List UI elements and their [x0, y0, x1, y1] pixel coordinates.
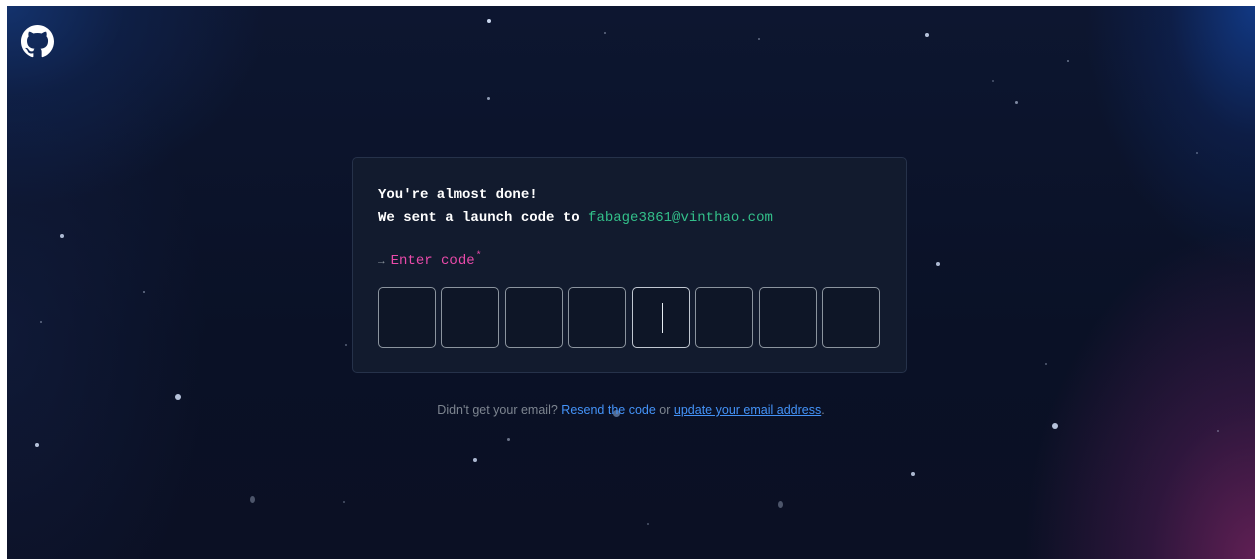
code-digit-input-8[interactable] [822, 287, 880, 348]
code-digit-input-7[interactable] [759, 287, 817, 348]
code-digit-input-3[interactable] [505, 287, 563, 348]
signup-verification-page: You're almost done! We sent a launch cod… [7, 6, 1255, 559]
sent-text: We sent a launch code to [378, 210, 580, 226]
code-digit-input-6[interactable] [695, 287, 753, 348]
email-address: fabage3861@vinthao.com [588, 210, 773, 226]
code-digit-input-5[interactable] [632, 287, 690, 348]
resend-help-text: Didn't get your email? Resend the code o… [7, 403, 1255, 417]
code-digit-input-4[interactable] [568, 287, 626, 348]
enter-code-label: → Enter code* [378, 251, 482, 269]
footer-prefix: Didn't get your email? [437, 403, 558, 417]
code-digit-input-2[interactable] [441, 287, 499, 348]
update-email-link[interactable]: update your email address [674, 403, 821, 417]
footer-or: or [659, 403, 671, 417]
card-heading: You're almost done! [378, 187, 538, 203]
code-digit-input-1[interactable] [378, 287, 436, 348]
required-asterisk: * [475, 251, 482, 262]
resend-code-link[interactable]: Resend the code [561, 403, 656, 417]
github-mark-icon[interactable] [21, 25, 54, 58]
enter-code-text: Enter code [390, 253, 475, 269]
sent-code-message: We sent a launch code to fabage3861@vint… [378, 210, 773, 226]
footer-suffix: . [821, 403, 825, 417]
arrow-right-icon: → [378, 256, 385, 268]
text-caret [662, 303, 663, 333]
verification-card: You're almost done! We sent a launch cod… [352, 157, 907, 373]
